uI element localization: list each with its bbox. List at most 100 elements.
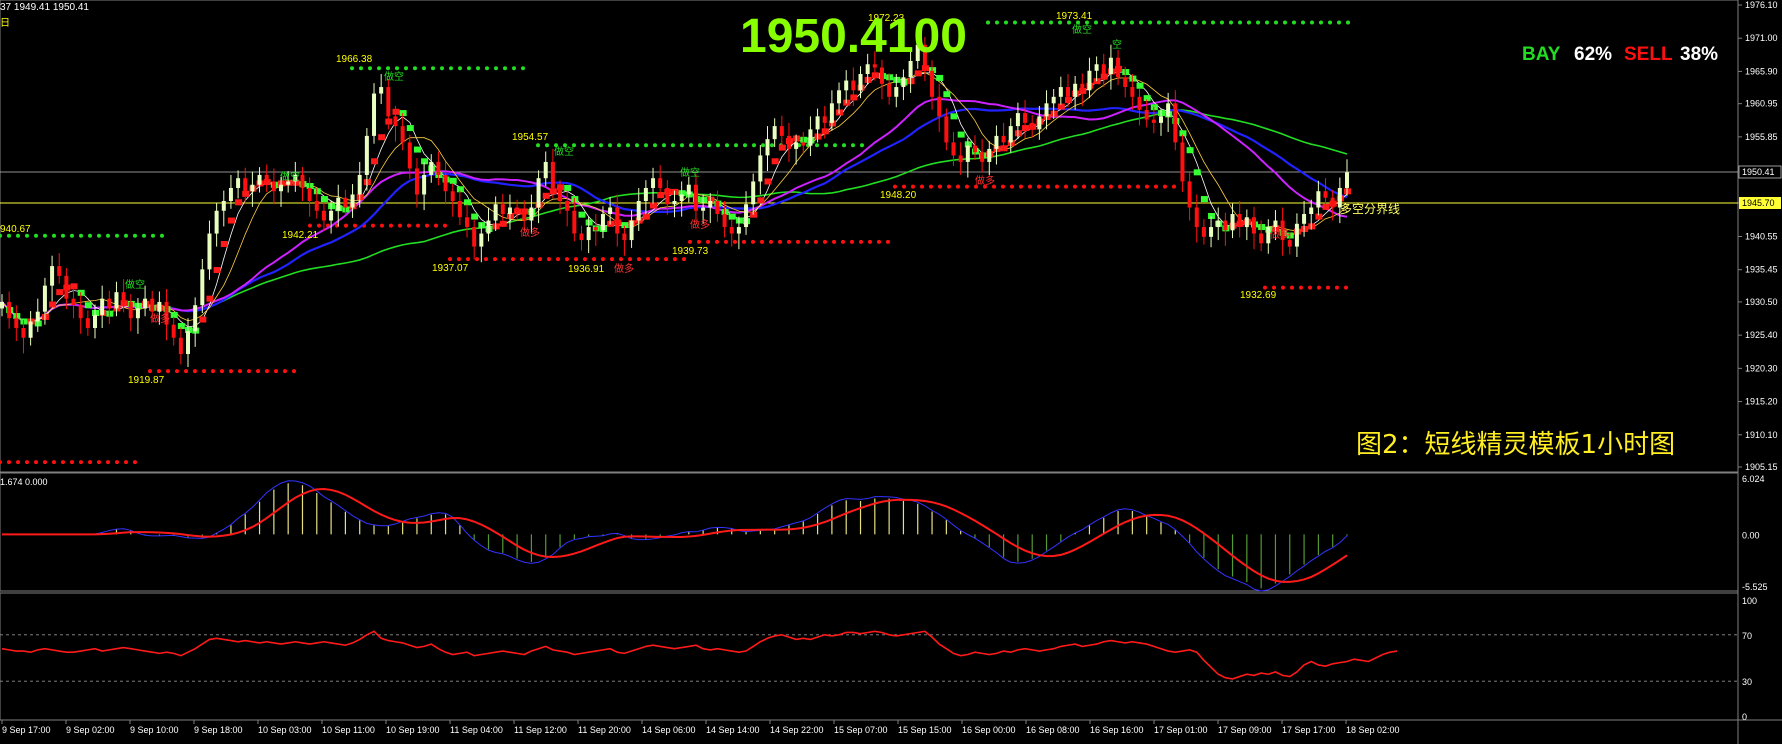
candle-body — [558, 187, 563, 201]
signal-label: 做多 — [520, 226, 540, 239]
level-dot — [175, 369, 179, 374]
signal-step — [564, 184, 572, 191]
candle-body — [393, 116, 398, 127]
candle-body — [78, 305, 83, 319]
level-dot — [689, 143, 693, 148]
level-dot — [404, 66, 408, 71]
candle-body — [178, 337, 183, 355]
signal-label: 做空 — [554, 145, 574, 158]
level-dot — [416, 223, 420, 228]
candle-body — [1251, 217, 1256, 234]
level-dot — [166, 369, 170, 374]
candle-body — [214, 210, 219, 234]
candle-body — [987, 148, 992, 162]
candle-body — [379, 87, 384, 94]
candle-body — [64, 275, 69, 299]
level-dot — [1100, 184, 1104, 189]
level-dot — [97, 233, 101, 238]
candle-body — [658, 178, 663, 188]
level-dot — [308, 223, 312, 228]
time-label: 16 Sep 16:00 — [1090, 725, 1144, 735]
candle-body — [21, 327, 26, 338]
level-dot — [815, 143, 819, 148]
level-dot — [1040, 20, 1044, 25]
price-tick-label: 1930.50 — [1745, 297, 1778, 307]
level-dot — [841, 239, 845, 244]
level-dot — [88, 233, 92, 238]
candle-body — [422, 174, 427, 195]
price-tick-label: 1965.90 — [1745, 66, 1778, 76]
level-dot — [1317, 285, 1321, 290]
candle-body — [1065, 87, 1070, 97]
candle-body — [407, 142, 412, 169]
level-dot — [377, 66, 381, 71]
divider-price-tag-text: 1945.70 — [1742, 198, 1775, 208]
level-dot — [1094, 20, 1098, 25]
price-tick-label: 1971.00 — [1745, 33, 1778, 43]
buy-pct: 62% — [1574, 44, 1612, 65]
level-label: 1937.07 — [432, 263, 469, 274]
sub-header: 日 — [0, 18, 10, 29]
level-dot — [350, 66, 354, 71]
level-dot — [902, 184, 906, 189]
candle-body — [522, 210, 527, 221]
level-dot — [1121, 20, 1125, 25]
candle-body — [1294, 223, 1299, 247]
candle-body — [565, 201, 570, 211]
candle-body — [1008, 126, 1013, 143]
current-price-tag: 1950.41 — [1738, 165, 1782, 179]
candle-body — [1123, 77, 1128, 88]
rsi-line — [1, 630, 1398, 680]
level-dot — [61, 460, 65, 465]
level-dot — [868, 239, 872, 244]
level-label: 1936.91 — [568, 264, 605, 275]
signal-step — [764, 178, 772, 185]
level-dot — [671, 143, 675, 148]
candle-body — [300, 174, 305, 188]
level-dot — [521, 66, 525, 71]
price-tick-label: 1915.20 — [1745, 397, 1778, 407]
time-label: 9 Sep 02:00 — [66, 725, 115, 735]
candle-body — [1073, 83, 1078, 97]
level-dot — [662, 143, 666, 148]
candle-body — [550, 161, 555, 188]
time-label: 11 Sep 20:00 — [578, 725, 631, 735]
level-dot — [778, 239, 782, 244]
signal-step — [1136, 82, 1144, 89]
candle-body — [529, 207, 534, 221]
candle-body — [786, 135, 791, 149]
level-dot — [1337, 20, 1341, 25]
level-dot — [106, 233, 110, 238]
candle-body — [693, 184, 698, 211]
candle-body — [1101, 64, 1106, 75]
price-tick-label: 1935.45 — [1745, 265, 1778, 275]
signal-step — [1022, 125, 1030, 132]
candle-body — [779, 126, 784, 136]
level-dot — [833, 143, 837, 148]
candle-body — [679, 194, 684, 201]
price-chart[interactable]: 1966.381954.571973.411972.23940.671919.8… — [0, 0, 1782, 744]
candle-body — [1137, 96, 1142, 110]
level-dot — [716, 143, 720, 148]
candle-body — [872, 64, 877, 68]
candle-body — [708, 201, 713, 208]
level-dot — [805, 239, 809, 244]
candle-body — [271, 181, 276, 192]
level-dot — [458, 66, 462, 71]
level-dot — [742, 239, 746, 244]
level-dot — [79, 233, 83, 238]
candle-body — [28, 321, 33, 338]
level-label: 1954.57 — [512, 132, 549, 143]
level-dot — [743, 143, 747, 148]
level-label: 1939.73 — [672, 246, 709, 257]
level-dot — [52, 233, 56, 238]
level-dot — [929, 184, 933, 189]
candle-body — [879, 67, 884, 84]
level-dot — [995, 20, 999, 25]
level-dot — [124, 460, 128, 465]
level-dot — [184, 369, 188, 374]
candle-body — [958, 155, 963, 162]
level-dot — [1328, 20, 1332, 25]
level-dot — [814, 239, 818, 244]
volume-tick-label: 0.00 — [1742, 530, 1760, 540]
